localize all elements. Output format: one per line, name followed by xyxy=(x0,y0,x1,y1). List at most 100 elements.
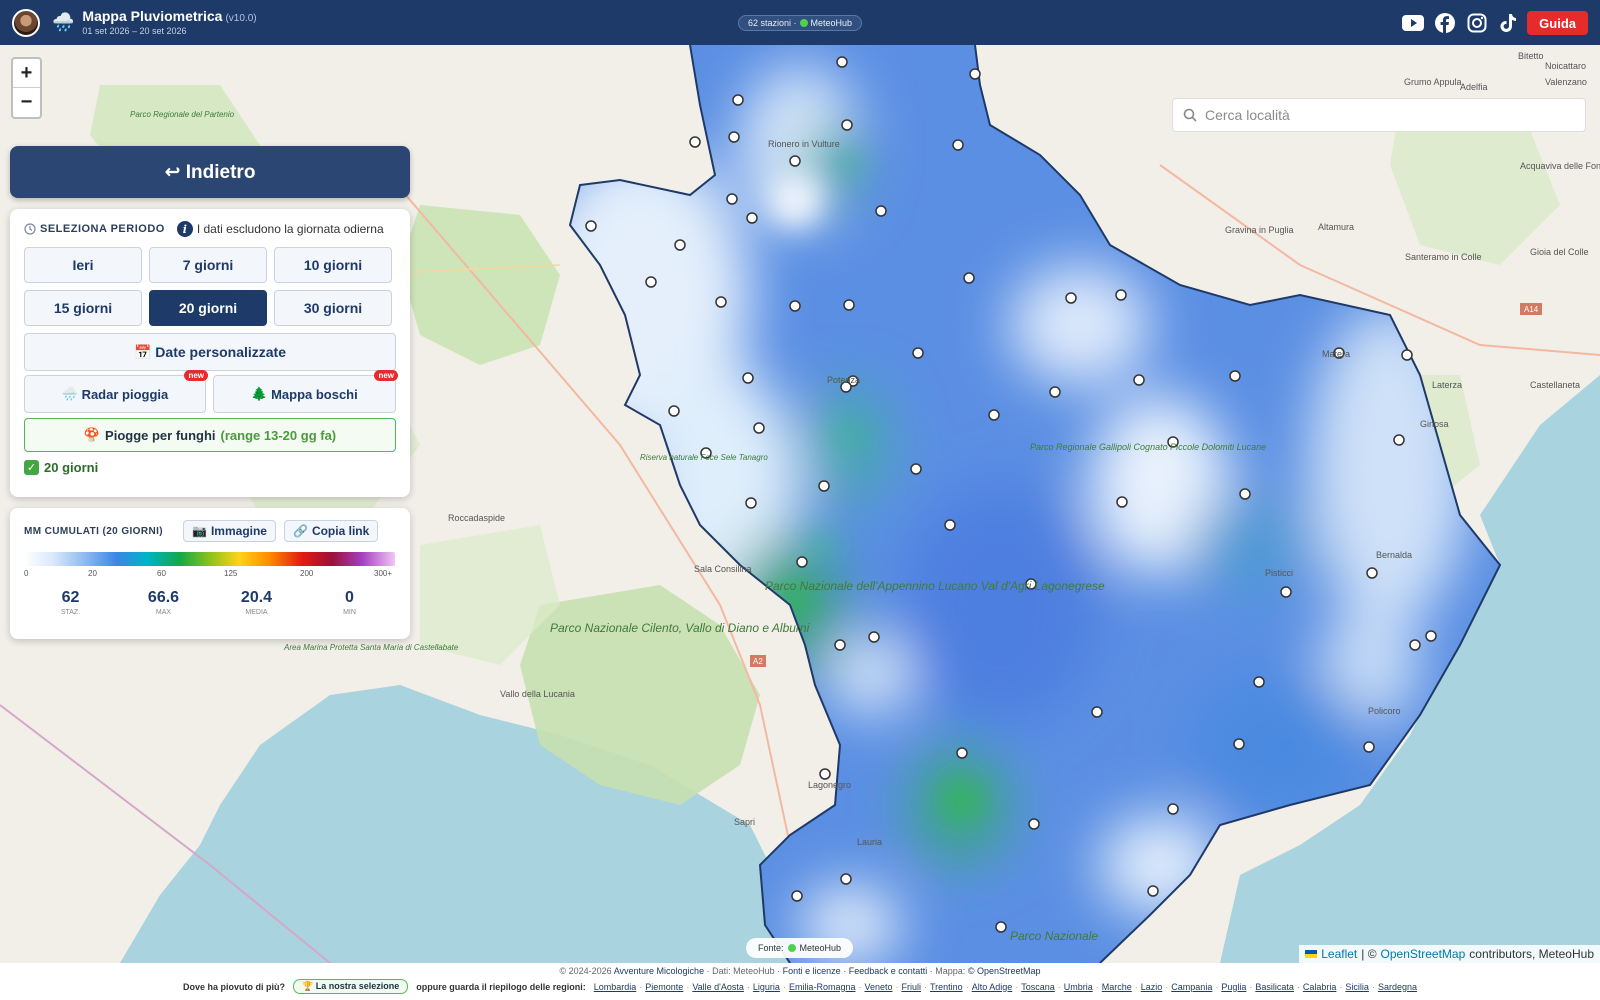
station-marker[interactable] xyxy=(1280,586,1292,598)
station-marker[interactable] xyxy=(819,768,831,780)
station-marker[interactable] xyxy=(1028,818,1040,830)
station-marker[interactable] xyxy=(746,212,758,224)
station-marker[interactable] xyxy=(791,890,803,902)
station-marker[interactable] xyxy=(1133,374,1145,386)
region-link[interactable]: Valle d'Aosta xyxy=(692,982,744,992)
region-link[interactable]: Campania xyxy=(1171,982,1212,992)
region-link[interactable]: Veneto xyxy=(864,982,892,992)
station-marker[interactable] xyxy=(742,372,754,384)
station-marker[interactable] xyxy=(910,463,922,475)
station-marker[interactable] xyxy=(1366,567,1378,579)
station-marker[interactable] xyxy=(1401,349,1413,361)
back-button[interactable]: ↩ Indietro xyxy=(10,146,410,198)
station-marker[interactable] xyxy=(726,193,738,205)
region-link[interactable]: Alto Adige xyxy=(972,982,1013,992)
feedback-link[interactable]: Feedback e contatti xyxy=(849,966,928,976)
station-marker[interactable] xyxy=(1147,885,1159,897)
station-marker[interactable] xyxy=(1167,803,1179,815)
period-button-20[interactable]: 20 giorni xyxy=(149,290,267,326)
station-marker[interactable] xyxy=(732,94,744,106)
station-marker[interactable] xyxy=(963,272,975,284)
our-selection-button[interactable]: 🏆 La nostra selezione xyxy=(293,979,409,994)
region-link[interactable]: Emilia-Romagna xyxy=(789,982,856,992)
facebook-icon[interactable] xyxy=(1434,12,1456,34)
station-marker[interactable] xyxy=(689,136,701,148)
period-button-ieri[interactable]: Ieri xyxy=(24,247,142,283)
station-marker[interactable] xyxy=(1363,741,1375,753)
station-marker[interactable] xyxy=(1116,496,1128,508)
station-marker[interactable] xyxy=(745,497,757,509)
region-link[interactable]: Piemonte xyxy=(645,982,683,992)
region-link[interactable]: Lazio xyxy=(1141,982,1163,992)
station-marker[interactable] xyxy=(645,276,657,288)
station-marker[interactable] xyxy=(969,68,981,80)
station-marker[interactable] xyxy=(836,56,848,68)
station-marker[interactable] xyxy=(715,296,727,308)
station-marker[interactable] xyxy=(1253,676,1265,688)
station-marker[interactable] xyxy=(1233,738,1245,750)
station-marker[interactable] xyxy=(1239,488,1251,500)
copy-link-button[interactable]: 🔗 Copia link xyxy=(283,520,379,542)
fungi-rain-button[interactable]: 🍄 Piogge per funghi (range 13-20 gg fa) xyxy=(24,418,396,452)
station-marker[interactable] xyxy=(956,747,968,759)
info-icon[interactable]: i xyxy=(176,221,193,237)
image-button[interactable]: 📷 Immagine xyxy=(183,520,276,542)
station-marker[interactable] xyxy=(1393,434,1405,446)
region-link[interactable]: Liguria xyxy=(753,982,780,992)
station-marker[interactable] xyxy=(1049,386,1061,398)
station-marker[interactable] xyxy=(912,347,924,359)
station-marker[interactable] xyxy=(875,205,887,217)
leaflet-link[interactable]: Leaflet xyxy=(1321,947,1357,961)
station-marker[interactable] xyxy=(668,405,680,417)
tiktok-icon[interactable] xyxy=(1497,12,1519,34)
radar-button[interactable]: 🌧️ Radar pioggia new xyxy=(24,370,208,413)
period-button-7[interactable]: 7 giorni xyxy=(149,247,267,283)
youtube-icon[interactable] xyxy=(1402,12,1424,34)
station-marker[interactable] xyxy=(585,220,597,232)
osm-footer-link[interactable]: © OpenStreetMap xyxy=(968,966,1041,976)
region-link[interactable]: Basilicata xyxy=(1255,982,1294,992)
station-marker[interactable] xyxy=(868,631,880,643)
zoom-in-button[interactable]: + xyxy=(13,59,40,88)
woods-map-button[interactable]: 🌲 Mappa boschi new xyxy=(213,370,398,413)
region-link[interactable]: Sicilia xyxy=(1345,982,1369,992)
station-marker[interactable] xyxy=(1409,639,1421,651)
station-marker[interactable] xyxy=(728,131,740,143)
station-marker[interactable] xyxy=(1229,370,1241,382)
region-link[interactable]: Trentino xyxy=(930,982,963,992)
station-marker[interactable] xyxy=(1425,630,1437,642)
station-marker[interactable] xyxy=(944,519,956,531)
station-marker[interactable] xyxy=(753,422,765,434)
zoom-out-button[interactable]: − xyxy=(13,88,40,117)
period-button-10[interactable]: 10 giorni xyxy=(274,247,392,283)
region-link[interactable]: Umbria xyxy=(1064,982,1093,992)
region-link[interactable]: Marche xyxy=(1102,982,1132,992)
osm-link[interactable]: OpenStreetMap xyxy=(1381,947,1466,961)
station-marker[interactable] xyxy=(841,119,853,131)
station-marker[interactable] xyxy=(1091,706,1103,718)
region-link[interactable]: Friuli xyxy=(902,982,922,992)
station-marker[interactable] xyxy=(1065,292,1077,304)
station-marker[interactable] xyxy=(988,409,1000,421)
station-marker[interactable] xyxy=(834,639,846,651)
station-marker[interactable] xyxy=(796,556,808,568)
period-button-30[interactable]: 30 giorni xyxy=(274,290,392,326)
station-marker[interactable] xyxy=(840,873,852,885)
station-marker[interactable] xyxy=(1115,289,1127,301)
region-link[interactable]: Toscana xyxy=(1021,982,1055,992)
region-link[interactable]: Puglia xyxy=(1221,982,1246,992)
region-link[interactable]: Sardegna xyxy=(1378,982,1417,992)
station-marker[interactable] xyxy=(789,300,801,312)
licenses-link[interactable]: Fonti e licenze xyxy=(783,966,841,976)
site-link[interactable]: Avventure Micologiche xyxy=(614,966,704,976)
station-marker[interactable] xyxy=(818,480,830,492)
station-marker[interactable] xyxy=(952,139,964,151)
instagram-icon[interactable] xyxy=(1466,12,1488,34)
region-link[interactable]: Lombardia xyxy=(594,982,637,992)
station-marker[interactable] xyxy=(843,299,855,311)
period-button-15[interactable]: 15 giorni xyxy=(24,290,142,326)
guide-button[interactable]: Guida xyxy=(1527,11,1588,35)
region-link[interactable]: Calabria xyxy=(1303,982,1337,992)
station-marker[interactable] xyxy=(674,239,686,251)
station-marker[interactable] xyxy=(995,921,1007,933)
